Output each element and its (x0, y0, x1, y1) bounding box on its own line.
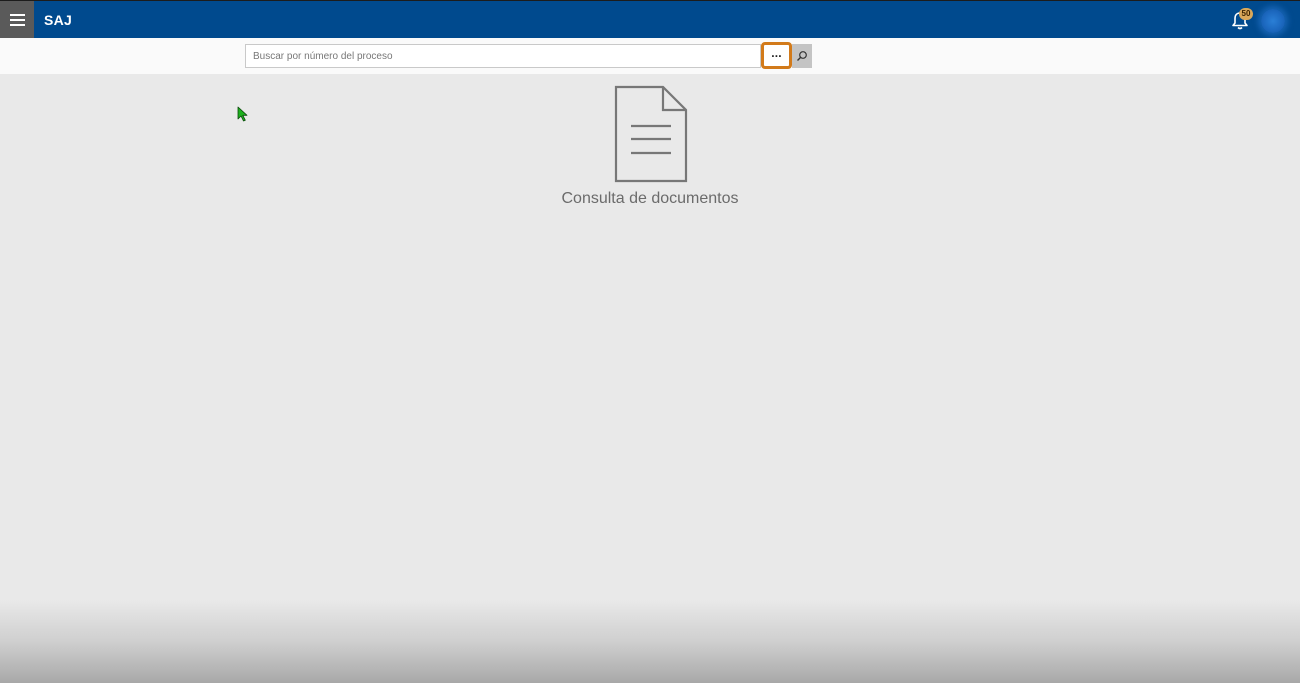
user-avatar[interactable] (1261, 9, 1285, 33)
hamburger-icon-line (9, 24, 25, 26)
search-bar: ··· (0, 38, 1300, 74)
more-options-button[interactable]: ··· (761, 42, 792, 69)
search-button[interactable] (792, 44, 812, 68)
empty-state-title: Consulta de documentos (561, 190, 739, 207)
hamburger-icon-line (9, 19, 25, 21)
hamburger-menu-button[interactable] (0, 1, 34, 39)
bottom-shade (0, 600, 1300, 683)
mouse-pointer-icon (237, 106, 248, 122)
notification-count-badge: 50 (1239, 8, 1253, 20)
app-brand[interactable]: SAJ (44, 12, 72, 28)
top-app-bar: SAJ 50 (0, 0, 1300, 39)
magnifier-icon (797, 51, 807, 61)
hamburger-icon-line (9, 14, 25, 16)
document-icon (614, 85, 688, 183)
process-search-input[interactable] (245, 44, 761, 68)
